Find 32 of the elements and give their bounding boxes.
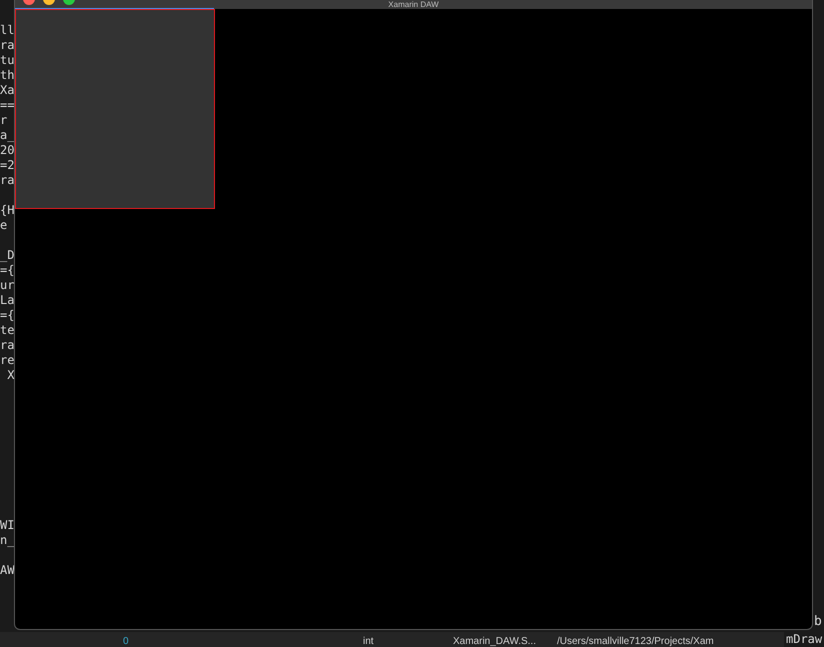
code-line: ={ bbox=[0, 263, 16, 278]
code-line: ra bbox=[0, 173, 16, 188]
status-value: 0 bbox=[123, 636, 129, 647]
code-line: =2 bbox=[0, 158, 16, 173]
code-line: a_ bbox=[0, 128, 16, 143]
code-line: _D bbox=[0, 248, 16, 263]
code-line: re bbox=[0, 353, 16, 368]
code-line: r bbox=[0, 113, 8, 128]
code-line: ra bbox=[0, 38, 16, 53]
status-file: Xamarin_DAW.S... bbox=[453, 636, 536, 647]
code-line: AW bbox=[0, 563, 16, 578]
code-line: ll bbox=[0, 23, 16, 38]
status-type: int bbox=[363, 636, 374, 647]
code-line: ra bbox=[0, 338, 16, 353]
code-line: {H bbox=[0, 203, 16, 218]
code-line: La bbox=[0, 293, 16, 308]
code-line: e bbox=[0, 218, 8, 233]
code-line: == bbox=[0, 98, 16, 113]
code-line: te bbox=[0, 323, 16, 338]
code-line: 20 bbox=[0, 143, 16, 158]
code-line: Xa bbox=[0, 83, 16, 98]
code-line: X bbox=[6, 368, 16, 383]
code-line: ur bbox=[0, 278, 16, 293]
code-line: mDraw bbox=[786, 632, 822, 646]
code-line: th bbox=[0, 68, 16, 83]
code-line: b bbox=[814, 614, 822, 629]
status-path: /Users/smallville7123/Projects/Xam bbox=[557, 636, 714, 647]
code-line: ={ bbox=[0, 308, 16, 323]
code-line: WI bbox=[0, 518, 16, 533]
code-line: n_ bbox=[0, 533, 16, 548]
window-title: Xamarin DAW bbox=[388, 1, 439, 9]
code-line: tu bbox=[0, 53, 16, 68]
